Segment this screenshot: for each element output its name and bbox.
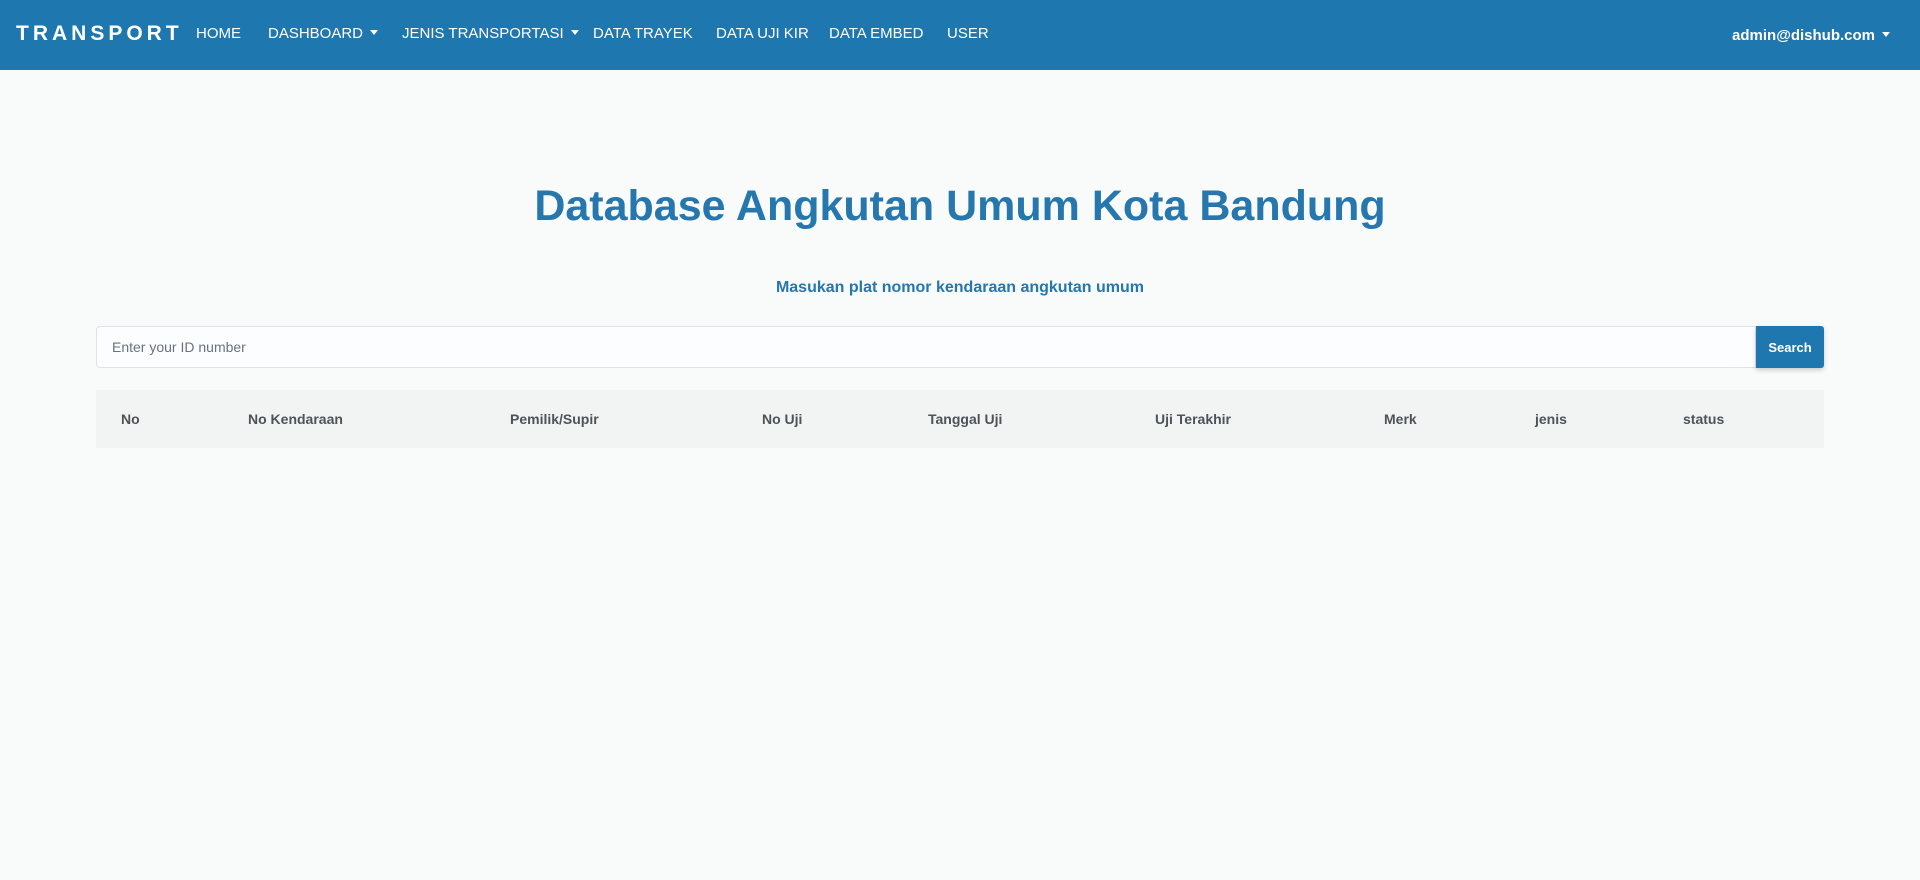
nav-home[interactable]: HOME — [196, 24, 241, 44]
nav-home-label: HOME — [196, 25, 241, 42]
column-header-merk: Merk — [1384, 411, 1417, 427]
column-header-tanggal-uji: Tanggal Uji — [928, 411, 1003, 427]
nav-data-trayek[interactable]: DATA TRAYEK — [593, 24, 693, 44]
nav-data-uji-kir[interactable]: DATA UJI KIR — [716, 24, 809, 44]
page-title: Database Angkutan Umum Kota Bandung — [534, 182, 1386, 230]
caret-down-icon — [1882, 32, 1890, 37]
user-email: admin@dishub.com — [1732, 27, 1875, 44]
nav-data-trayek-label: DATA TRAYEK — [593, 25, 693, 42]
nav-jenis-transportasi-label: JENIS TRANSPORTASI — [402, 25, 564, 42]
column-header-no: No — [121, 411, 140, 427]
nav-data-embed-label: DATA EMBED — [829, 25, 924, 42]
results-table-header: No No Kendaraan Pemilik/Supir No Uji Tan… — [96, 390, 1824, 448]
brand-logo[interactable]: TRANSPORT — [16, 22, 183, 46]
nav-data-embed[interactable]: DATA EMBED — [829, 24, 923, 44]
column-header-no-kendaraan: No Kendaraan — [248, 411, 343, 427]
column-header-no-uji: No Uji — [762, 411, 803, 427]
page-subtitle: Masukan plat nomor kendaraan angkutan um… — [775, 279, 1145, 296]
column-header-uji-terakhir: Uji Terakhir — [1155, 411, 1231, 427]
top-navbar: TRANSPORT HOME DASHBOARD JENIS TRANSPORT… — [0, 0, 1920, 70]
plate-number-search-input[interactable] — [96, 326, 1756, 368]
caret-down-icon — [370, 30, 379, 35]
column-header-pemilik-supir: Pemilik/Supir — [510, 411, 599, 427]
caret-down-icon — [570, 30, 579, 35]
column-header-status: status — [1683, 411, 1725, 427]
column-header-jenis: jenis — [1535, 411, 1567, 427]
nav-user-label: USER — [947, 25, 989, 42]
nav-jenis-transportasi-dropdown[interactable]: JENIS TRANSPORTASI — [402, 24, 579, 44]
nav-dashboard-label: DASHBOARD — [268, 25, 364, 42]
nav-dashboard-dropdown[interactable]: DASHBOARD — [268, 24, 379, 44]
user-account-dropdown[interactable]: admin@dishub.com — [1732, 26, 1890, 46]
search-button[interactable]: Search — [1756, 326, 1824, 368]
nav-data-uji-kir-label: DATA UJI KIR — [716, 25, 809, 42]
nav-user[interactable]: USER — [947, 24, 989, 44]
